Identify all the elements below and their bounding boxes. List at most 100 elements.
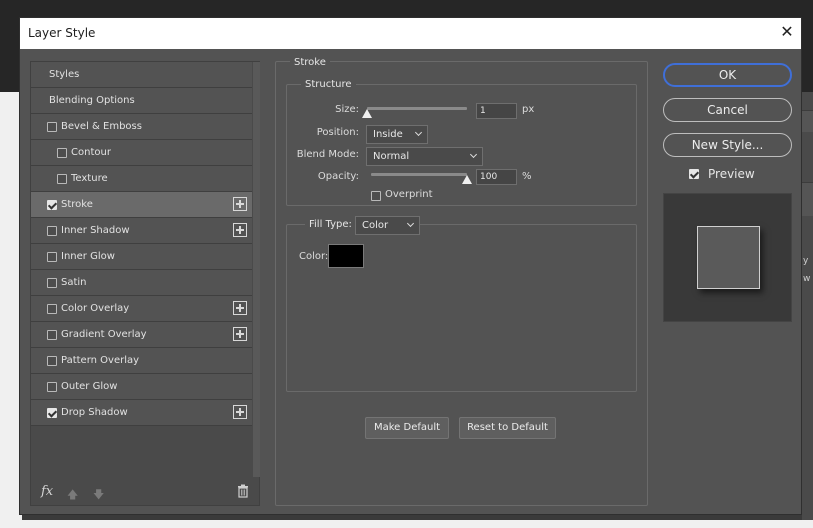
structure-title: Structure [301, 79, 356, 90]
style-item-satin[interactable]: Satin [31, 270, 252, 296]
style-item-blending-options[interactable]: Blending Options [31, 88, 252, 114]
opacity-slider-thumb[interactable] [462, 175, 472, 184]
dialog-title: Layer Style [28, 26, 96, 40]
styles-list-toolbar: fx 🡅 🡇 [31, 482, 259, 506]
ok-button[interactable]: OK [663, 63, 792, 87]
new-style-button[interactable]: New Style... [663, 133, 792, 157]
style-item-label: Inner Glow [61, 251, 115, 262]
checkbox[interactable] [47, 200, 57, 210]
checkbox[interactable] [47, 278, 57, 288]
close-icon[interactable]: ✕ [778, 23, 796, 41]
style-item-label: Gradient Overlay [61, 329, 147, 340]
style-item-color-overlay[interactable]: Color Overlay [31, 296, 252, 322]
checkbox[interactable] [47, 304, 57, 314]
preview-label: Preview [708, 167, 755, 181]
preview-checkbox[interactable] [689, 169, 699, 179]
add-icon[interactable] [233, 301, 247, 315]
opacity-unit: % [522, 171, 532, 182]
checkbox[interactable] [47, 122, 57, 132]
chevron-down-icon [406, 219, 415, 228]
style-item-inner-shadow[interactable]: Inner Shadow [31, 218, 252, 244]
size-input[interactable]: 1 [476, 103, 517, 119]
add-icon[interactable] [233, 405, 247, 419]
style-item-outer-glow[interactable]: Outer Glow [31, 374, 252, 400]
style-item-label: Pattern Overlay [61, 355, 140, 366]
dialog-titlebar: Layer Style ✕ [20, 18, 801, 49]
blend-mode-select[interactable]: Normal [366, 147, 483, 166]
position-value: Inside [373, 129, 403, 140]
fill-type-group: Fill Type: Color Color: [286, 216, 637, 392]
position-select[interactable]: Inside [366, 125, 428, 144]
structure-group: Structure Size: 1 px Position: Inside Bl… [286, 79, 637, 206]
color-swatch[interactable] [328, 244, 364, 268]
opacity-input[interactable]: 100 [476, 169, 517, 185]
blend-mode-value: Normal [373, 151, 410, 162]
add-icon[interactable] [233, 327, 247, 341]
style-item-pattern-overlay[interactable]: Pattern Overlay [31, 348, 252, 374]
size-slider-track[interactable] [367, 107, 467, 110]
style-item-label: Inner Shadow [61, 225, 130, 236]
size-slider-thumb[interactable] [362, 109, 372, 118]
make-default-button[interactable]: Make Default [365, 417, 449, 439]
checkbox[interactable] [47, 382, 57, 392]
trash-icon[interactable] [237, 484, 249, 498]
style-item-gradient-overlay[interactable]: Gradient Overlay [31, 322, 252, 348]
opacity-label: Opacity: [317, 171, 359, 182]
checkbox[interactable] [47, 252, 57, 262]
add-icon[interactable] [233, 223, 247, 237]
reset-to-default-button[interactable]: Reset to Default [459, 417, 556, 439]
style-item-label: Contour [71, 147, 111, 158]
checkbox[interactable] [57, 148, 67, 158]
style-item-label: Outer Glow [61, 381, 118, 392]
checkbox[interactable] [47, 330, 57, 340]
style-item-label: Blending Options [49, 95, 135, 106]
style-item-label: Satin [61, 277, 87, 288]
style-item-contour[interactable]: Contour [31, 140, 252, 166]
layer-style-dialog: Layer Style ✕ Styles Blending Options Beve… [19, 17, 802, 515]
bg-text: y [803, 256, 809, 266]
fx-icon[interactable]: fx [41, 484, 53, 499]
bg-panel-segment [802, 110, 813, 132]
move-down-icon[interactable]: 🡇 [93, 486, 104, 505]
stroke-panel: Stroke Structure Size: 1 px Position: In… [275, 57, 648, 506]
size-label: Size: [335, 104, 359, 115]
add-icon[interactable] [233, 197, 247, 211]
checkbox[interactable] [47, 226, 57, 236]
app-background-right: y w [802, 92, 813, 520]
style-item-label: Drop Shadow [61, 407, 128, 418]
bg-text: w [803, 274, 811, 284]
style-item-label: Texture [71, 173, 108, 184]
position-label: Position: [316, 127, 359, 138]
preview-swatch [697, 226, 760, 289]
checkbox[interactable] [57, 174, 67, 184]
blend-mode-label: Blend Mode: [296, 149, 359, 160]
styles-list-scrollbar[interactable] [253, 62, 260, 477]
style-item-styles[interactable]: Styles [31, 62, 252, 88]
size-unit: px [522, 104, 535, 115]
styles-list: Styles Blending Options Bevel & Emboss Cont… [30, 61, 260, 506]
section-title: Stroke [290, 57, 330, 68]
chevron-down-icon [469, 150, 478, 159]
style-item-drop-shadow[interactable]: Drop Shadow [31, 400, 252, 426]
checkbox[interactable] [47, 408, 57, 418]
fill-type-value: Color [362, 220, 389, 231]
cancel-button[interactable]: Cancel [663, 98, 792, 122]
style-item-stroke[interactable]: Stroke [31, 192, 252, 218]
overprint-checkbox[interactable] [371, 191, 381, 201]
style-item-label: Styles [49, 69, 80, 80]
overprint-label: Overprint [385, 189, 433, 200]
checkbox[interactable] [47, 356, 57, 366]
color-label: Color: [299, 251, 329, 262]
bg-panel-segment [802, 182, 813, 216]
style-item-label: Bevel & Emboss [61, 121, 142, 132]
style-item-bevel-emboss[interactable]: Bevel & Emboss [31, 114, 252, 140]
fill-type-select[interactable]: Color [355, 216, 420, 235]
app-background-bottom [0, 520, 813, 528]
style-item-texture[interactable]: Texture [31, 166, 252, 192]
chevron-down-icon [414, 128, 423, 137]
move-up-icon[interactable]: 🡅 [67, 486, 78, 505]
opacity-slider-track[interactable] [371, 173, 467, 176]
preview-thumbnail [663, 193, 792, 322]
fill-type-label: Fill Type: [305, 219, 356, 230]
style-item-inner-glow[interactable]: Inner Glow [31, 244, 252, 270]
